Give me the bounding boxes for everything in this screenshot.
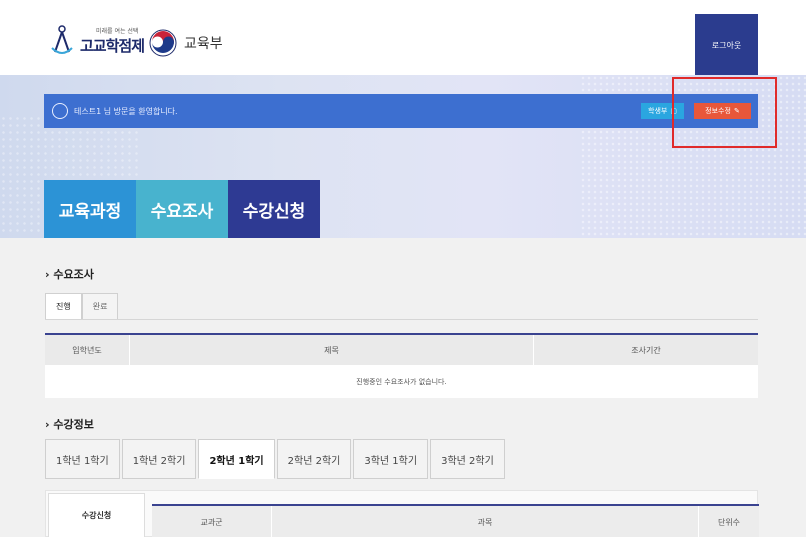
col-survey-period: 조사기간 xyxy=(631,345,661,355)
course-registration-panel: 수강신청 교과군 과목 단위수 xyxy=(45,490,759,537)
tab-grade1-sem1[interactable]: 1학년 1학기 xyxy=(45,439,120,479)
logo-tagline: 미래를 여는 선택 xyxy=(96,28,139,35)
menu-tab-demand-survey[interactable]: 수요조사 xyxy=(136,180,228,238)
taegeuk-emblem-icon xyxy=(149,29,177,57)
tab-grade2-sem1[interactable]: 2학년 1학기 xyxy=(198,439,275,479)
term-tabs: 1학년 1학기 1학년 2학기 2학년 1학기 2학년 2학기 3학년 1학기 … xyxy=(45,439,507,479)
ministry-logo[interactable]: 교육부 xyxy=(148,28,223,58)
tab-completed[interactable]: 완료 xyxy=(81,293,119,320)
survey-status-tabs: 진행 완료 xyxy=(45,293,119,320)
col-admission-year: 입학년도 xyxy=(45,335,130,365)
tab-grade3-sem2[interactable]: 3학년 2학기 xyxy=(430,439,505,479)
logout-button[interactable]: 로그아웃 xyxy=(695,14,758,76)
col-title: 제목 xyxy=(130,335,534,365)
tab-grade1-sem2[interactable]: 1학년 2학기 xyxy=(121,439,197,479)
survey-title-text: 수요조사 xyxy=(53,268,94,281)
logo-title: 고교학점제 xyxy=(80,37,145,55)
ministry-name: 교육부 xyxy=(184,36,223,52)
chevron-right-icon: › xyxy=(45,268,50,281)
compass-logo-icon xyxy=(51,25,73,54)
col-subject-group: 교과군 xyxy=(152,506,272,537)
course-registration-side-tab[interactable]: 수강신청 xyxy=(48,493,145,537)
tab-in-progress[interactable]: 진행 xyxy=(45,293,82,320)
survey-table-header: 입학년도 제목 조사기간 xyxy=(45,335,758,365)
course-table-header: 교과군 과목 단위수 xyxy=(152,504,759,537)
hscredit-logo[interactable]: 미래를 여는 선택 고교학점제 xyxy=(48,24,145,58)
tab-underline xyxy=(45,319,758,320)
survey-empty-row: 진행중인 수요조사가 없습니다. xyxy=(356,377,447,386)
student-record-label: 학생부 xyxy=(648,107,668,115)
menu-tab-course-registration[interactable]: 수강신청 xyxy=(228,180,320,238)
user-icon xyxy=(52,103,68,119)
menu-tab-curriculum[interactable]: 교육과정 xyxy=(44,180,136,238)
course-info-section-title: › 수강정보 xyxy=(45,416,94,432)
col-subject: 과목 xyxy=(272,506,699,537)
tab-grade2-sem2[interactable]: 2학년 2학기 xyxy=(276,439,352,479)
main-menu-tabs: 교육과정 수요조사 수강신청 xyxy=(44,180,320,238)
chevron-right-icon: › xyxy=(45,418,50,431)
welcome-message: 테스트1 님 방문을 환영합니다. xyxy=(74,106,178,116)
site-header: 미래를 여는 선택 고교학점제 교육부 로그아웃 xyxy=(0,0,806,76)
survey-section-title: › 수요조사 xyxy=(45,266,94,282)
course-info-title-text: 수강정보 xyxy=(53,418,94,431)
highlight-annotation-box xyxy=(672,77,777,148)
col-credits: 단위수 xyxy=(717,517,741,527)
survey-table: 입학년도 제목 조사기간 진행중인 수요조사가 없습니다. xyxy=(45,333,758,398)
tab-grade3-sem1[interactable]: 3학년 1학기 xyxy=(353,439,429,479)
